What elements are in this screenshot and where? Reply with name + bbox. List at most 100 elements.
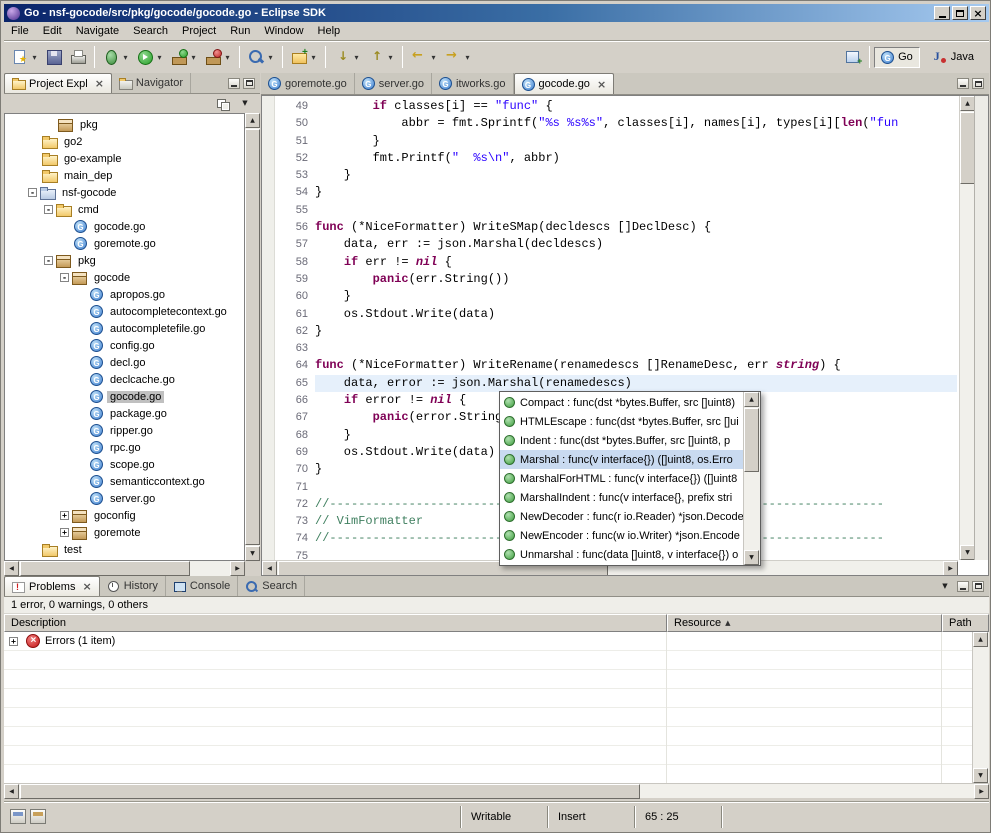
tab-problems[interactable]: Problems× [4, 576, 100, 596]
perspective-go-button[interactable]: Go [874, 47, 920, 68]
perspective-java-button[interactable]: Java [922, 44, 981, 70]
minimized-view-icon[interactable] [30, 809, 46, 824]
open-perspective-button[interactable] [841, 44, 865, 70]
scroll-right-arrow[interactable]: ▶ [230, 561, 245, 576]
column-header-description[interactable]: Description [4, 614, 667, 632]
dropdown-arrow-icon[interactable]: ▾ [429, 53, 438, 62]
collapse-all-button[interactable] [214, 96, 232, 112]
save-button[interactable] [42, 44, 66, 70]
scroll-right-arrow[interactable]: ▶ [943, 561, 958, 576]
tree-item-gocode-go[interactable]: gocode.go [5, 218, 244, 235]
column-header-path[interactable]: Path [942, 614, 989, 632]
expander-icon[interactable]: + [9, 637, 18, 646]
tree-item-autocompletecontext-go[interactable]: autocompletecontext.go [5, 303, 244, 320]
tree-vertical-scrollbar[interactable]: ▲ ▼ [245, 113, 260, 561]
dropdown-arrow-icon[interactable]: ▾ [463, 53, 472, 62]
tree-item-semanticcontext-go[interactable]: semanticcontext.go [5, 473, 244, 490]
editor-vertical-scrollbar[interactable]: ▲ ▼ [959, 96, 974, 560]
tree-item-package-go[interactable]: package.go [5, 405, 244, 422]
code-line[interactable]: 51 } [262, 133, 957, 150]
expander-icon[interactable]: + [60, 528, 69, 537]
dropdown-arrow-icon[interactable]: ▾ [223, 53, 232, 62]
code-line[interactable]: 54} [262, 184, 957, 201]
maximize-button[interactable] [952, 6, 968, 20]
problems-row[interactable]: +Errors (1 item) [4, 632, 972, 651]
view-menu-button[interactable]: ▼ [936, 578, 954, 594]
run-button[interactable]: ▾ [133, 44, 167, 70]
new-element-button[interactable]: ▾ [287, 44, 321, 70]
tab-itworks-go[interactable]: itworks.go [432, 73, 514, 94]
tab-gocode-go[interactable]: gocode.go× [514, 73, 615, 94]
autocomplete-item[interactable]: HTMLEscape : func(dst *bytes.Buffer, src… [500, 412, 743, 431]
tree-item-gocode[interactable]: -gocode [5, 269, 244, 286]
tree-item-decl-go[interactable]: decl.go [5, 354, 244, 371]
expander-icon[interactable]: - [44, 205, 53, 214]
tree-item-declcache-go[interactable]: declcache.go [5, 371, 244, 388]
print-button[interactable] [66, 44, 90, 70]
code-line[interactable]: 61 os.Stdout.Write(data) [262, 306, 957, 323]
tree-item-pkg[interactable]: pkg [5, 116, 244, 133]
code-line[interactable]: 62} [262, 323, 957, 340]
prev-annotation-button[interactable]: ▾ [364, 44, 398, 70]
autocomplete-item[interactable]: Indent : func(dst *bytes.Buffer, src []u… [500, 431, 743, 450]
fast-view-icon[interactable] [10, 809, 26, 824]
maximize-view-button[interactable] [243, 78, 255, 89]
code-line[interactable]: 64func (*NiceFormatter) WriteRename(rena… [262, 357, 957, 374]
scroll-thumb[interactable] [744, 408, 759, 472]
title-bar[interactable]: Go - nsf-gocode/src/pkg/gocode/gocode.go… [4, 4, 989, 22]
tree-item-pkg[interactable]: -pkg [5, 252, 244, 269]
close-icon[interactable]: × [95, 78, 104, 89]
close-icon[interactable]: × [597, 79, 606, 90]
tree-item-gocode-go[interactable]: gocode.go [5, 388, 244, 405]
tab-navigator[interactable]: Navigator [112, 73, 191, 93]
tree-item-main-dep[interactable]: main_dep [5, 167, 244, 184]
code-line[interactable]: 53 } [262, 167, 957, 184]
tree-item-cmd[interactable]: -cmd [5, 201, 244, 218]
tab-goremote-go[interactable]: goremote.go [261, 73, 355, 94]
dropdown-arrow-icon[interactable]: ▾ [121, 53, 130, 62]
code-line[interactable]: 52 fmt.Printf(" %s\n", abbr) [262, 150, 957, 167]
tree-item-go2[interactable]: go2 [5, 133, 244, 150]
tab-project-expl[interactable]: Project Expl× [4, 73, 112, 93]
forward-button[interactable]: ▾ [441, 44, 475, 70]
dropdown-arrow-icon[interactable]: ▾ [309, 53, 318, 62]
scroll-down-arrow[interactable]: ▼ [245, 546, 260, 561]
tab-console[interactable]: Console [166, 576, 238, 596]
scroll-down-arrow[interactable]: ▼ [960, 545, 975, 560]
scroll-left-arrow[interactable]: ◀ [262, 561, 277, 576]
dropdown-arrow-icon[interactable]: ▾ [266, 53, 275, 62]
menu-file[interactable]: File [4, 23, 36, 39]
scroll-up-arrow[interactable]: ▲ [245, 113, 260, 128]
scroll-left-arrow[interactable]: ◀ [4, 561, 19, 576]
tree-item-config-go[interactable]: config.go [5, 337, 244, 354]
overview-ruler[interactable] [974, 96, 988, 560]
tab-search[interactable]: Search [238, 576, 305, 596]
menu-help[interactable]: Help [311, 23, 348, 39]
tab-server-go[interactable]: server.go [355, 73, 432, 94]
code-line[interactable]: 65 data, error := json.Marshal(renamedes… [262, 375, 957, 392]
tree-item-goconfig[interactable]: +goconfig [5, 507, 244, 524]
dropdown-arrow-icon[interactable]: ▾ [352, 53, 361, 62]
code-line[interactable]: 60 } [262, 288, 957, 305]
tree-item-server-go[interactable]: server.go [5, 490, 244, 507]
debug-button[interactable]: ▾ [99, 44, 133, 70]
scroll-up-arrow[interactable]: ▲ [973, 632, 988, 647]
code-line[interactable]: 59 panic(err.String()) [262, 271, 957, 288]
tree-item-goremote-go[interactable]: goremote.go [5, 235, 244, 252]
menu-navigate[interactable]: Navigate [69, 23, 126, 39]
open-search-button[interactable]: ▾ [244, 44, 278, 70]
expander-icon[interactable]: + [60, 511, 69, 520]
tree-item-ripper-go[interactable]: ripper.go [5, 422, 244, 439]
problems-horizontal-scrollbar[interactable]: ◀ ▶ [4, 783, 989, 798]
tree-item-go-example[interactable]: go-example [5, 150, 244, 167]
tree-item-rpc-go[interactable]: rpc.go [5, 439, 244, 456]
tree-item-nsf-gocode[interactable]: -nsf-gocode [5, 184, 244, 201]
scroll-left-arrow[interactable]: ◀ [4, 784, 19, 799]
autocomplete-item[interactable]: MarshalForHTML : func(v interface{}) ([]… [500, 469, 743, 488]
column-header-resource[interactable]: Resource▲ [667, 614, 942, 632]
code-line[interactable]: 50 abbr = fmt.Sprintf("%s %s%s", classes… [262, 115, 957, 132]
tree-item-goremote[interactable]: +goremote [5, 524, 244, 541]
code-line[interactable]: 57 data, err := json.Marshal(decldescs) [262, 236, 957, 253]
autocomplete-item[interactable]: NewEncoder : func(w io.Writer) *json.Enc… [500, 526, 743, 545]
dropdown-arrow-icon[interactable]: ▾ [386, 53, 395, 62]
